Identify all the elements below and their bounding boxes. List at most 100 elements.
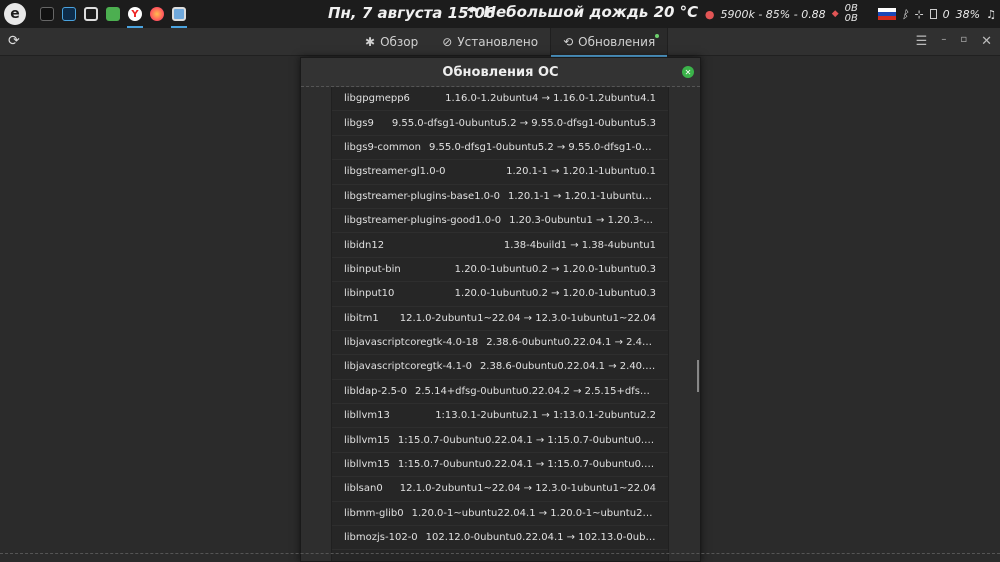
- header-bar: ⟳ ✱ Обзор ⊘ Установлено ⟲ Обновления ☰ –…: [0, 28, 1000, 57]
- package-version: 1.38-4build1 → 1.38-4ubuntu1: [503, 239, 656, 251]
- window-controls: ☰ – ▫ ✕: [916, 34, 992, 49]
- network-icon[interactable]: ⊹: [914, 8, 923, 21]
- tab-overview[interactable]: ✱ Обзор: [353, 28, 430, 56]
- package-name: libgs9: [344, 117, 374, 129]
- tab-label: Обзор: [380, 35, 419, 49]
- dialog-header: Обновления ОС ✕: [301, 58, 700, 87]
- package-row[interactable]: libgpgmepp6 1.16.0-1.2ubuntu4 → 1.16.0-1.…: [332, 87, 668, 112]
- package-name: libgstreamer-plugins-base1.0-0: [344, 190, 500, 202]
- package-row[interactable]: libldap-2.5-0 2.5.14+dfsg-0ubuntu0.22.04.…: [332, 380, 668, 405]
- tab-label: Установлено: [457, 35, 539, 49]
- package-version: 12.1.0-2ubuntu1~22.04 → 12.3.0-1ubuntu1~…: [399, 312, 656, 324]
- package-name: libldap-2.5-0: [344, 385, 407, 397]
- package-version: 1.20.3-0ubuntu1 → 1.20.3-0ubunt...: [509, 215, 656, 227]
- files-icon[interactable]: [104, 3, 122, 25]
- yandex-browser-icon[interactable]: Y: [126, 3, 144, 28]
- package-version: 102.12.0-0ubuntu0.22.04.1 → 102.13.0-0ub…: [425, 532, 656, 544]
- package-row[interactable]: libinput10 1.20.0-1ubuntu0.2 → 1.20.0-1ub…: [332, 282, 668, 307]
- minimize-icon[interactable]: –: [941, 34, 946, 49]
- taskbar: Y: [38, 3, 188, 28]
- software-center-icon[interactable]: [170, 3, 188, 28]
- package-row[interactable]: libgstreamer-gl1.0-0 1.20.1-1 → 1.20.1-1u…: [332, 160, 668, 185]
- package-version: 1:13.0.1-2ubuntu2.1 → 1:13.0.1-2ubuntu2.…: [435, 410, 656, 422]
- package-name: libinput10: [344, 288, 395, 300]
- network-activity-icon: ◆: [831, 9, 839, 19]
- package-name: libinput-bin: [344, 263, 401, 275]
- package-name: libgstreamer-plugins-good1.0-0: [344, 215, 502, 227]
- music-icon[interactable]: ♫: [986, 8, 996, 21]
- package-name: libjavascriptcoregtk-4.1-0: [344, 361, 472, 373]
- view-switcher: ✱ Обзор ⊘ Установлено ⟲ Обновления: [353, 28, 669, 57]
- check-circle-icon: ⊘: [442, 35, 453, 49]
- package-version: 1.20.0-1ubuntu0.2 → 1.20.0-1ubuntu0.3: [454, 288, 656, 300]
- package-version: 1.20.1-1 → 1.20.1-1ubuntu0.1: [508, 190, 656, 202]
- monitor-icon[interactable]: [60, 3, 78, 25]
- close-window-icon[interactable]: ✕: [981, 34, 992, 49]
- tab-label: Обновления: [578, 35, 656, 49]
- menu-icon[interactable]: ☰: [916, 34, 928, 49]
- package-name: libllvm15: [344, 434, 390, 446]
- package-name: libllvm13: [344, 410, 390, 422]
- package-row[interactable]: libinput-bin 1.20.0-1ubuntu0.2 → 1.20.0-1…: [332, 258, 668, 283]
- package-row[interactable]: libllvm15 1:15.0.7-0ubuntu0.22.04.1 → 1:1…: [332, 428, 668, 453]
- bluetooth-icon[interactable]: ᛒ: [902, 8, 909, 21]
- close-dialog-icon[interactable]: ✕: [682, 66, 694, 78]
- package-row[interactable]: libllvm13 1:13.0.1-2ubuntu2.1 → 1:13.0.1-…: [332, 404, 668, 429]
- package-name: libidn12: [344, 239, 385, 251]
- package-version: 2.38.6-0ubuntu0.22.04.1 → 2.40.4-0ub...: [479, 361, 656, 373]
- package-name: libgstreamer-gl1.0-0: [344, 166, 446, 178]
- package-row[interactable]: libgstreamer-plugins-good1.0-0 1.20.3-0ub…: [332, 209, 668, 234]
- tab-updates[interactable]: ⟲ Обновления: [550, 28, 669, 57]
- net-speed[interactable]: 0B 0B: [845, 4, 858, 24]
- sync-icon: ⟲: [563, 35, 574, 49]
- package-row[interactable]: libjavascriptcoregtk-4.0-18 2.38.6-0ubunt…: [332, 331, 668, 356]
- package-version: 9.55.0-dfsg1-0ubuntu5.2 → 9.55.0-dfsg1-0…: [391, 117, 656, 129]
- os-updates-dialog: Обновления ОС ✕ libgpgmepp6 1.16.0-1.2ubu…: [300, 57, 701, 562]
- net-down: 0B: [844, 13, 858, 24]
- package-row[interactable]: libgstreamer-plugins-base1.0-0 1.20.1-1 →…: [332, 185, 668, 209]
- package-row[interactable]: libjavascriptcoregtk-4.1-0 2.38.6-0ubuntu…: [332, 355, 668, 380]
- package-version: 12.1.0-2ubuntu1~22.04 → 12.3.0-1ubuntu1~…: [399, 483, 656, 495]
- package-name: libllvm15: [344, 459, 390, 471]
- weather[interactable]: ☂ Небольшой дождь 20 °C: [466, 3, 698, 21]
- package-version: 2.5.14+dfsg-0ubuntu0.22.04.2 → 2.5.15+df…: [415, 385, 656, 397]
- app-menu-icon[interactable]: e: [4, 3, 26, 25]
- package-version: 1.20.0-1~ubuntu22.04.1 → 1.20.0-1~ubuntu…: [411, 507, 656, 519]
- package-row[interactable]: libmm-glib0 1.20.0-1~ubuntu22.04.1 → 1.20…: [332, 502, 668, 527]
- system-stats[interactable]: 5900k - 85% - 0.88: [720, 8, 825, 21]
- package-version: 1:15.0.7-0ubuntu0.22.04.1 → 1:15.0.7-0ub…: [397, 459, 656, 471]
- scrollbar[interactable]: [697, 360, 699, 392]
- package-row[interactable]: libllvm15 1:15.0.7-0ubuntu0.22.04.1 → 1:1…: [332, 453, 668, 478]
- battery-level[interactable]: 38%: [956, 8, 980, 21]
- terminal-icon[interactable]: [38, 3, 56, 25]
- notification-icon[interactable]: [929, 9, 937, 19]
- package-name: libmm-glib0: [344, 507, 404, 519]
- package-name: libjavascriptcoregtk-4.0-18: [344, 337, 479, 349]
- refresh-icon[interactable]: ⟳: [8, 33, 20, 49]
- package-row[interactable]: liblsan0 12.1.0-2ubuntu1~22.04 → 12.3.0-1…: [332, 477, 668, 502]
- package-row[interactable]: libitm1 12.1.0-2ubuntu1~22.04 → 12.3.0-1u…: [332, 307, 668, 331]
- package-version: 1.20.0-1ubuntu0.2 → 1.20.0-1ubuntu0.3: [454, 263, 656, 275]
- package-name: libmozjs-102-0: [344, 532, 418, 544]
- package-list[interactable]: libgpgmepp6 1.16.0-1.2ubuntu4 → 1.16.0-1.…: [331, 87, 669, 561]
- maximize-icon[interactable]: ▫: [960, 34, 967, 49]
- keyboard-layout-flag-icon[interactable]: [877, 8, 896, 20]
- screenshot-icon[interactable]: [82, 3, 100, 25]
- star-icon: ✱: [365, 35, 376, 49]
- package-row[interactable]: libmozjs-102-0 102.12.0-0ubuntu0.22.04.1 …: [332, 526, 668, 551]
- tab-installed[interactable]: ⊘ Установлено: [430, 28, 550, 56]
- update-indicator: [655, 34, 660, 38]
- package-row[interactable]: libgs9 9.55.0-dfsg1-0ubuntu5.2 → 9.55.0-d…: [332, 111, 668, 136]
- package-name: libgpgmepp6: [344, 93, 410, 105]
- package-version: 2.38.6-0ubuntu0.22.04.1 → 2.40.4-0u...: [486, 337, 656, 349]
- package-version: 1.20.1-1 → 1.20.1-1ubuntu0.1: [506, 166, 656, 178]
- package-name: liblsan0: [344, 483, 383, 495]
- divider: [0, 553, 1000, 554]
- package-row[interactable]: libidn12 1.38-4build1 → 1.38-4ubuntu1: [332, 233, 668, 258]
- package-version: 9.55.0-dfsg1-0ubuntu5.2 → 9.55.0-dfsg1-0…: [429, 141, 656, 153]
- package-name: libitm1: [344, 312, 379, 324]
- package-row[interactable]: libgs9-common 9.55.0-dfsg1-0ubuntu5.2 → 9…: [332, 136, 668, 161]
- system-tray: ● 5900k - 85% - 0.88 ◆ 0B 0B ᛒ ⊹ 0 38% ♫: [705, 0, 996, 28]
- firefox-icon[interactable]: [148, 3, 166, 25]
- notification-count: 0: [942, 7, 950, 21]
